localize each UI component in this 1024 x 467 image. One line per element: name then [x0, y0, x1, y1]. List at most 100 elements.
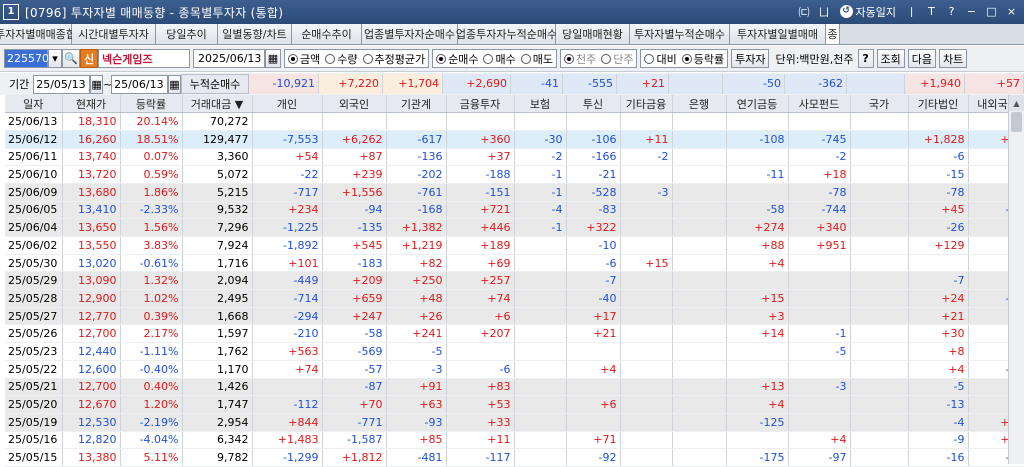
column-header-2[interactable]: 등락률 — [120, 95, 183, 114]
column-header-12[interactable]: 연기금등 — [726, 95, 789, 114]
table-row[interactable]: 25/05/29 13,090 1.32% 2,094 -449 +209 +250 +257… — [5, 271, 1024, 291]
tab-8[interactable]: 투자자별누적순매수 — [630, 24, 730, 44]
column-header-8[interactable]: 보험 — [514, 95, 567, 114]
chart-button[interactable]: 차트 — [939, 49, 968, 68]
search-icon[interactable]: 🔍 — [62, 49, 80, 68]
share-radio-1[interactable]: 단주 — [601, 51, 633, 67]
compare-radio-1[interactable]: 등락률 — [681, 51, 724, 67]
cell-5: -183 — [322, 254, 387, 273]
column-header-11[interactable]: 은행 — [672, 95, 727, 114]
unit-radio-2[interactable]: 추정평균가 — [362, 51, 425, 67]
close-icon[interactable]: × — [1003, 3, 1020, 20]
unit-radio-1[interactable]: 수량 — [325, 51, 358, 67]
vertical-scrollbar[interactable]: ▲ — [1008, 95, 1024, 464]
auto-log-toggle[interactable]: ↺ 자동일지 — [839, 4, 896, 20]
table-row[interactable]: 25/06/10 13,720 0.59% 5,072 -22 +239 -202 -188-… — [5, 165, 1024, 184]
date-input[interactable]: 2025/06/13 — [193, 49, 265, 68]
tab-4[interactable]: 순매수추이 — [292, 24, 362, 44]
table-row[interactable]: 25/05/30 13,020 -0.61% 1,716 +101 -183 +82 +69 -… — [5, 254, 1024, 273]
scroll-thumb[interactable] — [1011, 112, 1022, 132]
table-row[interactable]: 25/06/11 13,740 0.07% 3,360 +54 +87 -136 +37 -2-… — [5, 148, 1024, 167]
share-radio-label: 단주 — [613, 52, 634, 66]
tab-6[interactable]: 업종투자자누적순매수 — [456, 24, 557, 44]
maximize-icon[interactable]: □ — [983, 3, 1000, 20]
period-to-input[interactable]: 25/06/13 — [111, 74, 168, 94]
cell-0: 25/05/20 — [5, 395, 63, 414]
table-row[interactable]: 25/06/13 18,310 20.14% 70,272 — [5, 112, 1024, 131]
column-header-0[interactable]: 일자 — [5, 95, 63, 114]
tab-7[interactable]: 당일매매현황 — [556, 24, 630, 44]
next-button[interactable]: 다음 — [907, 49, 937, 68]
tab-3[interactable]: 일별동향/차트 — [218, 24, 292, 44]
column-header-10[interactable]: 기타금융 — [620, 95, 673, 114]
cell-8: -2 — [514, 148, 567, 167]
share-radio-0[interactable]: 천주 — [563, 51, 596, 67]
memo-icon[interactable]: ㈂ — [796, 3, 813, 20]
font-icon[interactable]: T — [923, 3, 940, 20]
table-row[interactable]: 25/05/21 12,700 0.40% 1,426 -87 +91 +83 +13 -3 -5… — [5, 378, 1024, 397]
scroll-up-icon[interactable]: ▲ — [1009, 95, 1024, 111]
column-header-1[interactable]: 현재가 — [62, 95, 121, 114]
divider-icon[interactable]: ㅣ — [903, 3, 920, 20]
column-header-3[interactable]: 거래대금 ▼ — [182, 95, 253, 114]
cell-0: 25/06/13 — [5, 112, 63, 131]
cell-1: 13,020 — [62, 254, 121, 273]
from-calendar-icon[interactable]: ▦ — [89, 74, 104, 94]
to-calendar-icon[interactable]: ▦ — [167, 74, 182, 94]
code-dropdown-arrow-icon[interactable]: ▾ — [48, 49, 62, 68]
table-row[interactable]: 25/05/16 12,820 -4.04% 6,342 +1,483 -1,587 +85… — [5, 431, 1024, 450]
trade-radio-2[interactable]: 매도 — [520, 51, 553, 67]
tab-0[interactable]: 투자자별매매종합 — [0, 24, 76, 44]
tab-10[interactable]: 종 — [826, 24, 840, 44]
cell-7: +721 — [446, 201, 515, 220]
unit-label: 단위:백만원,천주 — [775, 52, 854, 66]
cell-8 — [514, 271, 567, 291]
cell-5: -58 — [322, 324, 387, 344]
minimize-panel-icon[interactable]: ㄩ — [816, 3, 833, 20]
tab-2[interactable]: 당일추이 — [156, 24, 218, 44]
column-header-13[interactable]: 사모펀드 — [788, 95, 851, 114]
cell-5: +239 — [322, 165, 387, 184]
trade-radio-0[interactable]: 순매수 — [436, 51, 478, 67]
tab-5[interactable]: 업종별투자자순매수 — [362, 24, 458, 44]
trade-radio-1[interactable]: 매수 — [483, 51, 516, 67]
table-row[interactable]: 25/06/12 16,260 18.51% 129,477 -7,553 +6,262-… — [5, 130, 1024, 149]
cell-11 — [672, 254, 727, 273]
stock-code-input[interactable]: 225570 — [4, 49, 49, 68]
calendar-icon[interactable]: ▦ — [265, 49, 281, 68]
table-row[interactable]: 25/06/05 13,410 -2.33% 9,532 +234 -94 -168 +721… — [5, 201, 1024, 220]
column-header-9[interactable]: 투신 — [566, 95, 621, 114]
table-row[interactable]: 25/06/04 13,650 1.56% 7,296 -1,225 -135 +1,382… — [5, 218, 1024, 237]
table-row[interactable]: 25/05/2212,600-0.40%1,170+74-57-3-6+4+4-… — [5, 360, 1024, 379]
table-row[interactable]: 25/05/19 12,530 -2.19% 2,954 +844 -771 -93 +33 -… — [5, 413, 1024, 432]
table-row[interactable]: 25/06/02 13,550 3.83% 7,924 -1,892 +545 +1,219… — [5, 236, 1024, 255]
column-header-7[interactable]: 금융투자 — [446, 95, 515, 114]
tab-1[interactable]: 시간대별투자자 — [72, 24, 156, 44]
query-button[interactable]: 조회 — [876, 49, 905, 68]
help-icon[interactable]: ? — [943, 3, 960, 20]
table-row[interactable]: 25/05/26 12,700 2.17% 1,597 -210 -58 +241 +207 +… — [5, 324, 1024, 344]
cell-12 — [726, 271, 789, 291]
period-from-input[interactable]: 25/05/13 — [33, 74, 90, 94]
cell-11 — [672, 324, 727, 344]
column-header-15[interactable]: 기타법인 — [908, 95, 969, 114]
minimize-icon[interactable]: − — [963, 3, 980, 20]
unit-radio-0[interactable]: 금액 — [288, 51, 320, 67]
table-row[interactable]: 25/05/27 12,770 0.39% 1,668 -294 +247 +26 +6 +17… — [5, 307, 1024, 326]
compare-radio-0[interactable]: 대비 — [644, 51, 677, 67]
column-header-5[interactable]: 외국인 — [322, 95, 387, 114]
column-header-6[interactable]: 기관계 — [386, 95, 447, 114]
table-row[interactable]: 25/05/20 12,670 1.20% 1,747 -112 +70 +63 +53 +6 +… — [5, 395, 1024, 414]
table-row[interactable]: 25/05/2312,440-1.11%1,762+563-569-5-5+8+… — [5, 342, 1024, 361]
stock-name-field: 넥슨게임즈 — [98, 49, 190, 68]
cell-8 — [514, 378, 567, 397]
cell-1: 12,440 — [62, 342, 121, 361]
table-row[interactable]: 25/06/09 13,680 1.86% 5,215 -717 +1,556 -761 -1… — [5, 183, 1024, 202]
cell-1: 13,680 — [62, 183, 121, 202]
table-row[interactable]: 25/05/28 12,900 1.02% 2,495 -714 +659 +48 +74 -4… — [5, 289, 1024, 308]
column-header-4[interactable]: 개인 — [252, 95, 323, 114]
tab-9[interactable]: 투자자별일별매매 — [730, 24, 826, 44]
investor-button[interactable]: 투자자 — [731, 49, 770, 68]
column-header-14[interactable]: 국가 — [850, 95, 909, 114]
help-button[interactable]: ? — [857, 49, 874, 68]
